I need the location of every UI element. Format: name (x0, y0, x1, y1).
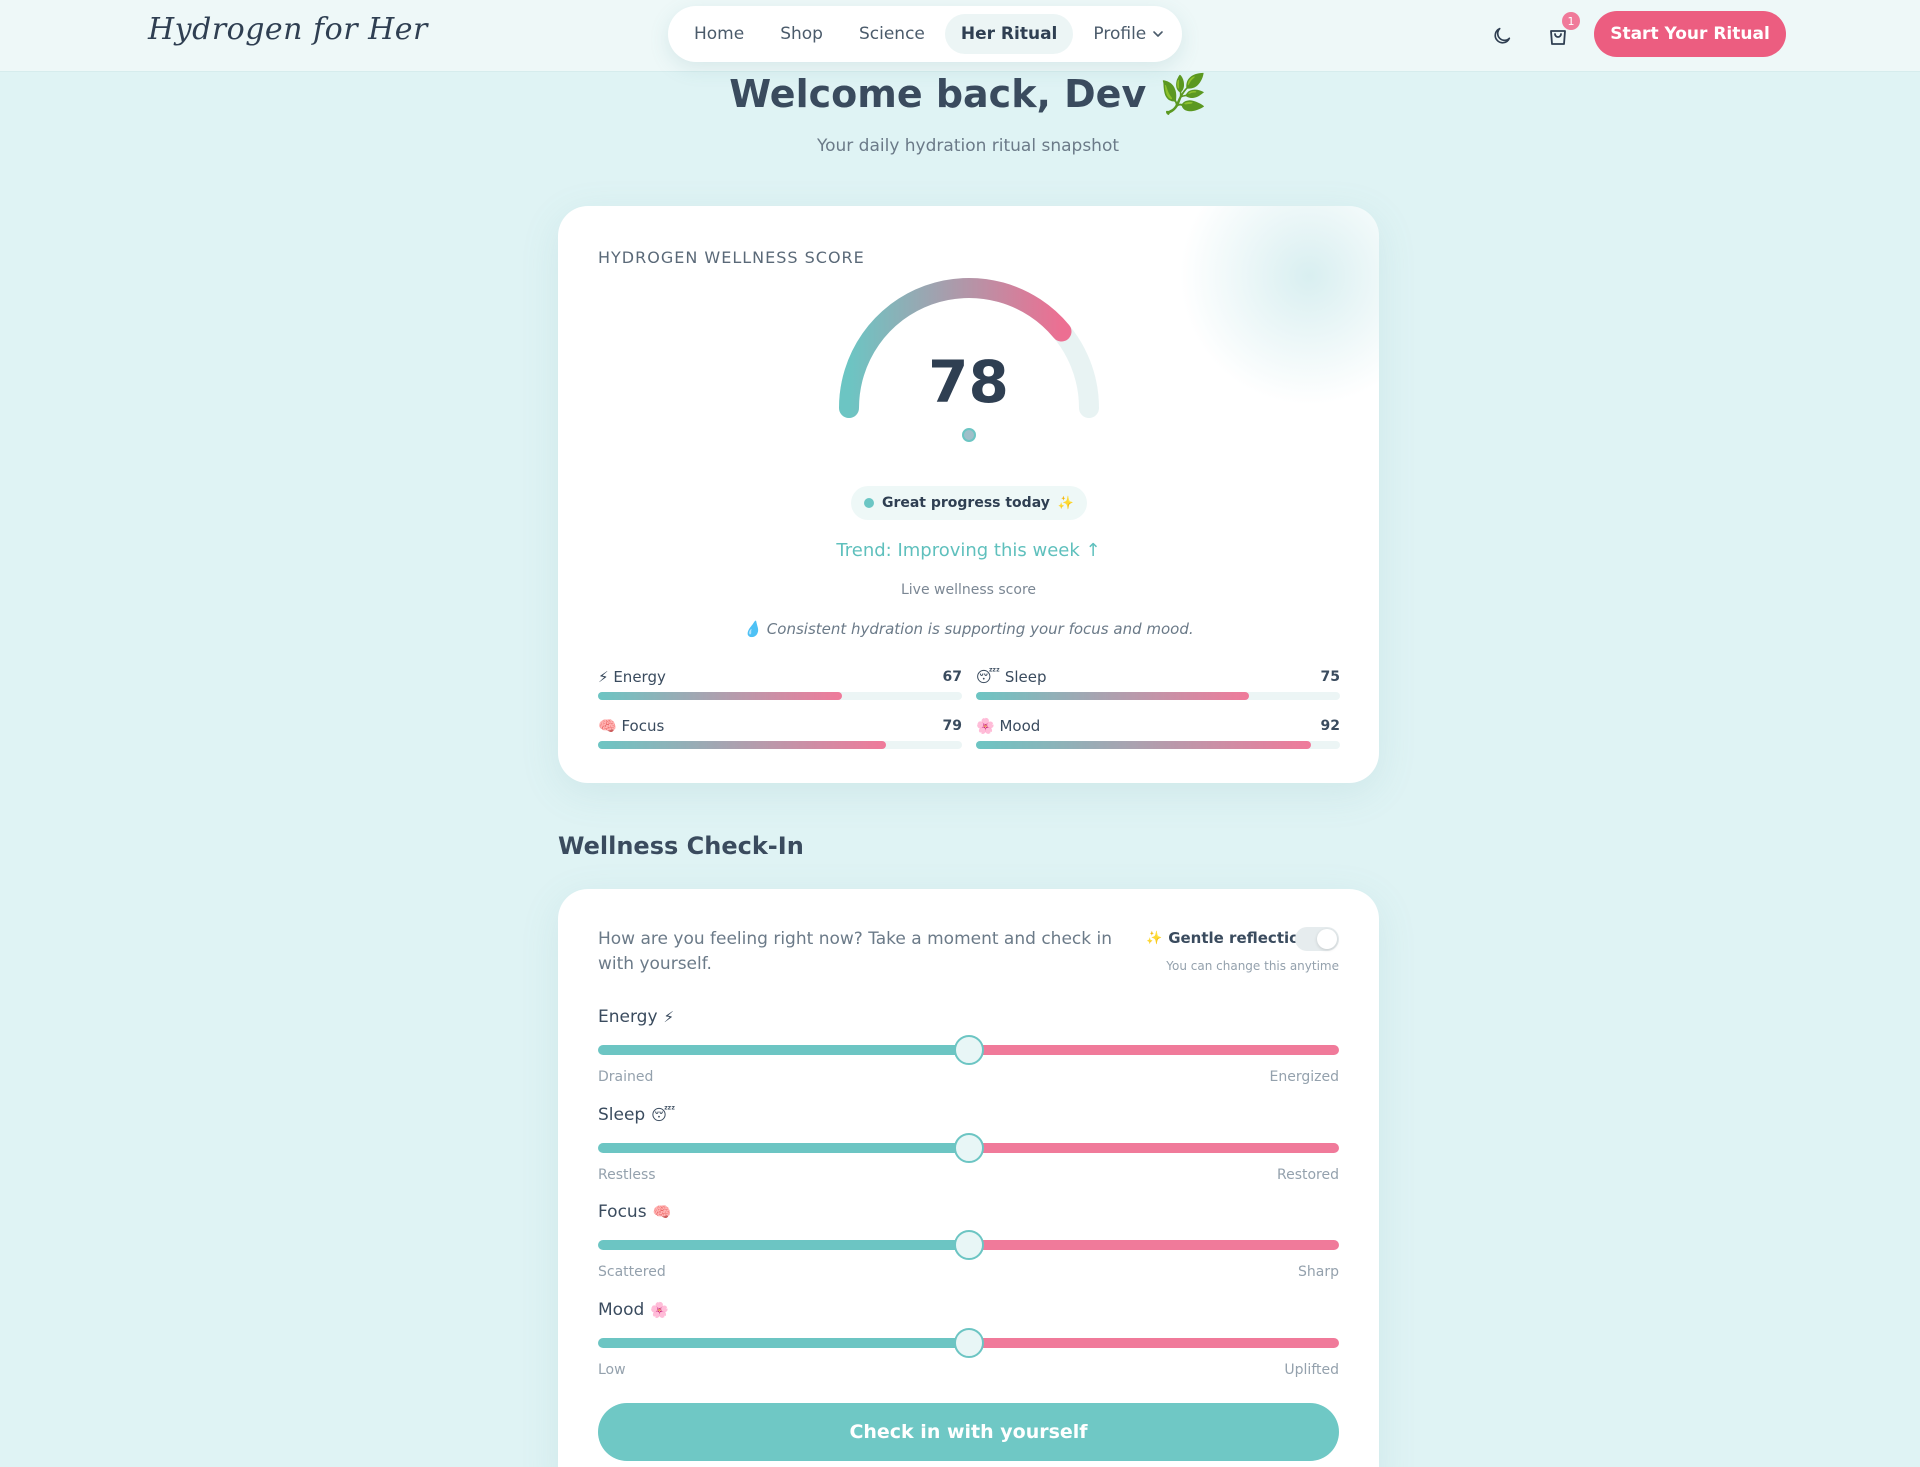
slider-label: Focus (598, 1202, 647, 1222)
gentle-reflection-toggle[interactable] (1295, 927, 1339, 951)
metric-bar-fill (976, 741, 1311, 749)
nav-science-label: Science (858, 24, 925, 44)
slider-thumb[interactable] (953, 1230, 984, 1260)
status-dot (863, 498, 874, 508)
welcome-title: Welcome back, Dev 🌿 (729, 72, 1207, 116)
checkin-question: How are you feeling right now? Take a mo… (598, 929, 1112, 974)
cart-count-badge: 1 (1562, 12, 1580, 30)
sleepy-face-icon: 😴 (976, 668, 1001, 686)
slider-focus: Focus 🧠 Scattered Sharp (598, 1202, 1339, 1292)
theme-toggle-button[interactable] (1484, 18, 1520, 54)
slider-low-label: Low (598, 1362, 626, 1378)
slider-low-label: Drained (598, 1069, 654, 1085)
chevron-down-icon (1153, 31, 1164, 37)
score-card-label: HYDROGEN WELLNESS SCORE (598, 248, 865, 267)
slider-high-label: Restored (1276, 1167, 1339, 1183)
nav-her-ritual[interactable]: Her Ritual (944, 14, 1074, 54)
metric-bar-track (598, 741, 962, 749)
slider-mood: Mood 🌸 Low Uplifted (598, 1300, 1339, 1390)
metric-name: Energy (613, 668, 666, 686)
metric-name: Mood (999, 717, 1041, 735)
metric-bar-fill (598, 741, 886, 749)
status-text: Great progress today (881, 495, 1050, 511)
metric-bar-track (598, 692, 962, 700)
metric-value: 75 (1320, 669, 1340, 685)
nav-science[interactable]: Science (843, 14, 941, 54)
main-nav: Home Shop Science Her Ritual Profile (668, 6, 1182, 62)
toggle-knob (1317, 929, 1337, 949)
metric-name: Focus (621, 717, 665, 735)
gauge-center-dot (962, 428, 976, 442)
status-badge: Great progress today ✨ (851, 486, 1087, 520)
slider-low-label: Restless (598, 1167, 656, 1183)
flower-icon: 🌸 (976, 717, 995, 735)
nav-her-ritual-label: Her Ritual (960, 24, 1058, 44)
metric-bar-track (976, 692, 1340, 700)
slider-low-label: Scattered (598, 1264, 666, 1280)
sparkle-icon: ✨ (1057, 495, 1075, 511)
nav-home-label: Home (694, 24, 745, 44)
hydration-note: 💧 Consistent hydration is supporting you… (743, 620, 1194, 638)
moon-icon (1494, 27, 1511, 44)
slider-high-label: Uplifted (1284, 1362, 1339, 1378)
nav-shop[interactable]: Shop (764, 14, 839, 54)
checkin-section-title: Wellness Check-In (558, 832, 804, 860)
cart-button[interactable]: 1 (1540, 12, 1580, 54)
check-in-button[interactable]: Check in with yourself (598, 1403, 1339, 1461)
slider-thumb[interactable] (953, 1035, 984, 1065)
metric-sleep: 😴 Sleep 75 (976, 668, 1340, 700)
metric-focus: 🧠 Focus 79 (598, 717, 962, 749)
slider-energy: Energy ⚡ Drained Energized (598, 1007, 1339, 1097)
brain-icon: 🧠 (598, 717, 617, 735)
live-score-caption: Live wellness score (900, 582, 1037, 598)
brain-icon: 🧠 (652, 1203, 672, 1221)
sparkle-icon: ✨ (1146, 930, 1163, 946)
wellness-score-card: HYDROGEN WELLNESS SCORE 78 Great progres… (558, 206, 1379, 783)
gentle-reflection-text: Gentle reflection (1168, 929, 1311, 947)
slider-thumb[interactable] (953, 1133, 984, 1163)
nav-profile-label: Profile (1093, 24, 1147, 44)
top-header: Hydrogen for Her Home Shop Science Her R… (0, 0, 1920, 72)
metric-mood: 🌸 Mood 92 (976, 717, 1340, 749)
gentle-reflection-label: ✨ Gentle reflection (1146, 929, 1310, 947)
nav-shop-label: Shop (780, 24, 823, 44)
trend-text: Trend: Improving this week ↑ (836, 540, 1101, 561)
slider-label: Mood (598, 1300, 645, 1320)
brand-logo[interactable]: Hydrogen for Her (148, 12, 428, 47)
start-ritual-button[interactable]: Start Your Ritual (1594, 11, 1786, 57)
slider-high-label: Energized (1269, 1069, 1339, 1085)
metric-bar-track (976, 741, 1340, 749)
slider-thumb[interactable] (953, 1328, 984, 1358)
checkin-card: How are you feeling right now? Take a mo… (558, 889, 1379, 1467)
flower-icon: 🌸 (650, 1301, 669, 1319)
slider-label: Energy (598, 1007, 658, 1027)
metric-bar-fill (598, 692, 842, 700)
metric-bar-fill (976, 692, 1249, 700)
metric-value: 79 (942, 718, 962, 734)
slider-sleep: Sleep 😴 Restless Restored (598, 1105, 1339, 1195)
lightning-icon: ⚡ (663, 1008, 675, 1026)
sleepy-face-icon: 😴 (651, 1106, 676, 1124)
metric-value: 67 (942, 669, 962, 685)
welcome-subtitle: Your daily hydration ritual snapshot (816, 136, 1120, 156)
metric-name: Sleep (1004, 668, 1047, 686)
score-value: 78 (928, 348, 1009, 416)
slider-label: Sleep (598, 1105, 646, 1125)
metric-energy: ⚡ Energy 67 (598, 668, 962, 700)
metric-value: 92 (1320, 718, 1340, 734)
slider-high-label: Sharp (1298, 1264, 1339, 1280)
nav-home[interactable]: Home (678, 14, 760, 54)
gentle-reflection-note: You can change this anytime (1166, 959, 1339, 973)
lightning-icon: ⚡ (598, 668, 609, 686)
nav-profile[interactable]: Profile (1077, 14, 1180, 54)
